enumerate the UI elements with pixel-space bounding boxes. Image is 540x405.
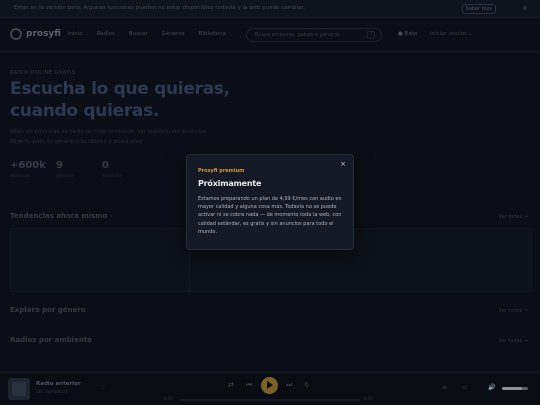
banner-text: Estás en la versión beta. Algunas funcio… [14, 5, 305, 11]
previous-icon[interactable]: ⏮ [246, 381, 252, 390]
stat-ads: 0 anuncios [102, 160, 148, 179]
top-banner: Estás en la versión beta. Algunas funcio… [0, 0, 540, 18]
time-total: 0:00 [364, 396, 373, 401]
volume-fill [502, 387, 522, 390]
modal-eyebrow: Prosyfi premium [198, 168, 245, 174]
progress-bar[interactable] [180, 399, 360, 401]
mood-title: Radios por ambiente [10, 336, 92, 344]
nav-link-genres[interactable]: Géneros [162, 31, 185, 37]
banner-close-icon[interactable]: × [522, 4, 528, 12]
cover-art [8, 378, 30, 400]
next-icon[interactable]: ⏭ [286, 381, 292, 390]
track-artist: Sin reproducir [36, 390, 68, 395]
shuffle-icon[interactable]: ⇄ [228, 381, 234, 389]
search-input[interactable]: Busca emisoras, países o géneros / [246, 28, 382, 42]
genres-title: Explora por género [10, 306, 86, 314]
logo[interactable]: prosyfi [10, 28, 61, 40]
login-button[interactable]: Iniciar sesión ⌄ [430, 31, 472, 37]
close-icon[interactable]: × [340, 160, 346, 168]
repeat-icon[interactable]: ↻ [304, 381, 310, 389]
modal-title: Próximamente [198, 179, 262, 188]
nav-link-library[interactable]: Biblioteca [199, 31, 226, 37]
stat-label: géneros [56, 174, 75, 179]
hero-eyebrow: RADIO ONLINE GRATIS [10, 70, 76, 76]
nav-link-radios[interactable]: Radios [97, 31, 115, 37]
search-placeholder: Busca emisoras, países o géneros [255, 32, 340, 38]
play-button[interactable] [261, 377, 278, 394]
banner-button[interactable]: Saber más [462, 4, 496, 14]
logo-text: prosyfi [26, 29, 61, 39]
stat-value: 9 [56, 160, 63, 171]
time-elapsed: 0:00 [164, 396, 173, 401]
stat-stations: +600k emisoras [10, 160, 56, 179]
search-shortcut: / [367, 31, 375, 39]
trending-more-link[interactable]: Ver todas → [499, 214, 528, 220]
miniplayer-icon[interactable]: ▭ [462, 384, 468, 391]
premium-modal: × Prosyfi premium Próximamente Estamos p… [186, 154, 354, 250]
radio-icon [12, 382, 26, 396]
beta-badge[interactable]: ● Beta [398, 31, 417, 37]
track-title: Radio anterior [36, 381, 81, 387]
stat-genres: 9 géneros [56, 160, 102, 179]
stat-value: 0 [102, 160, 109, 171]
nav-links: Inicio Radios Buscar Géneros Biblioteca [68, 31, 226, 37]
stat-label: emisoras [10, 174, 31, 179]
player-bar: Radio anterior Sin reproducir ♡ ⇄ ⏮ ⏭ ↻ … [0, 372, 540, 405]
modal-body: Estamos preparando un plan de 4,99 €/mes… [198, 196, 342, 235]
nav-link-search[interactable]: Buscar [129, 31, 148, 37]
heart-icon[interactable]: ♡ [100, 384, 106, 392]
volume-icon[interactable]: 🔊 [488, 384, 495, 391]
hero-title-line-2: cuando quieras. [10, 101, 160, 121]
mood-more-link[interactable]: Ver todas → [499, 338, 528, 344]
logo-icon [10, 28, 22, 40]
trending-title: Tendencias ahora mismo [10, 212, 108, 220]
stat-value: +600k [10, 160, 46, 171]
stats: +600k emisoras 9 géneros 0 anuncios [10, 160, 148, 179]
volume-slider[interactable] [502, 387, 528, 390]
nav-link-home[interactable]: Inicio [68, 31, 83, 37]
hero-title: Escucha lo que quieras, cuando quieras. [10, 78, 230, 122]
top-nav: prosyfi Inicio Radios Buscar Géneros Bib… [0, 18, 540, 52]
hero-subtitle: Miles de emisoras de radio de todo el mu… [10, 129, 208, 145]
stat-label: anuncios [102, 174, 123, 179]
queue-icon[interactable]: ≡ [442, 384, 447, 391]
genres-more-link[interactable]: Ver todos → [499, 308, 528, 314]
hero-title-line-1: Escucha lo que quieras, [10, 79, 230, 99]
